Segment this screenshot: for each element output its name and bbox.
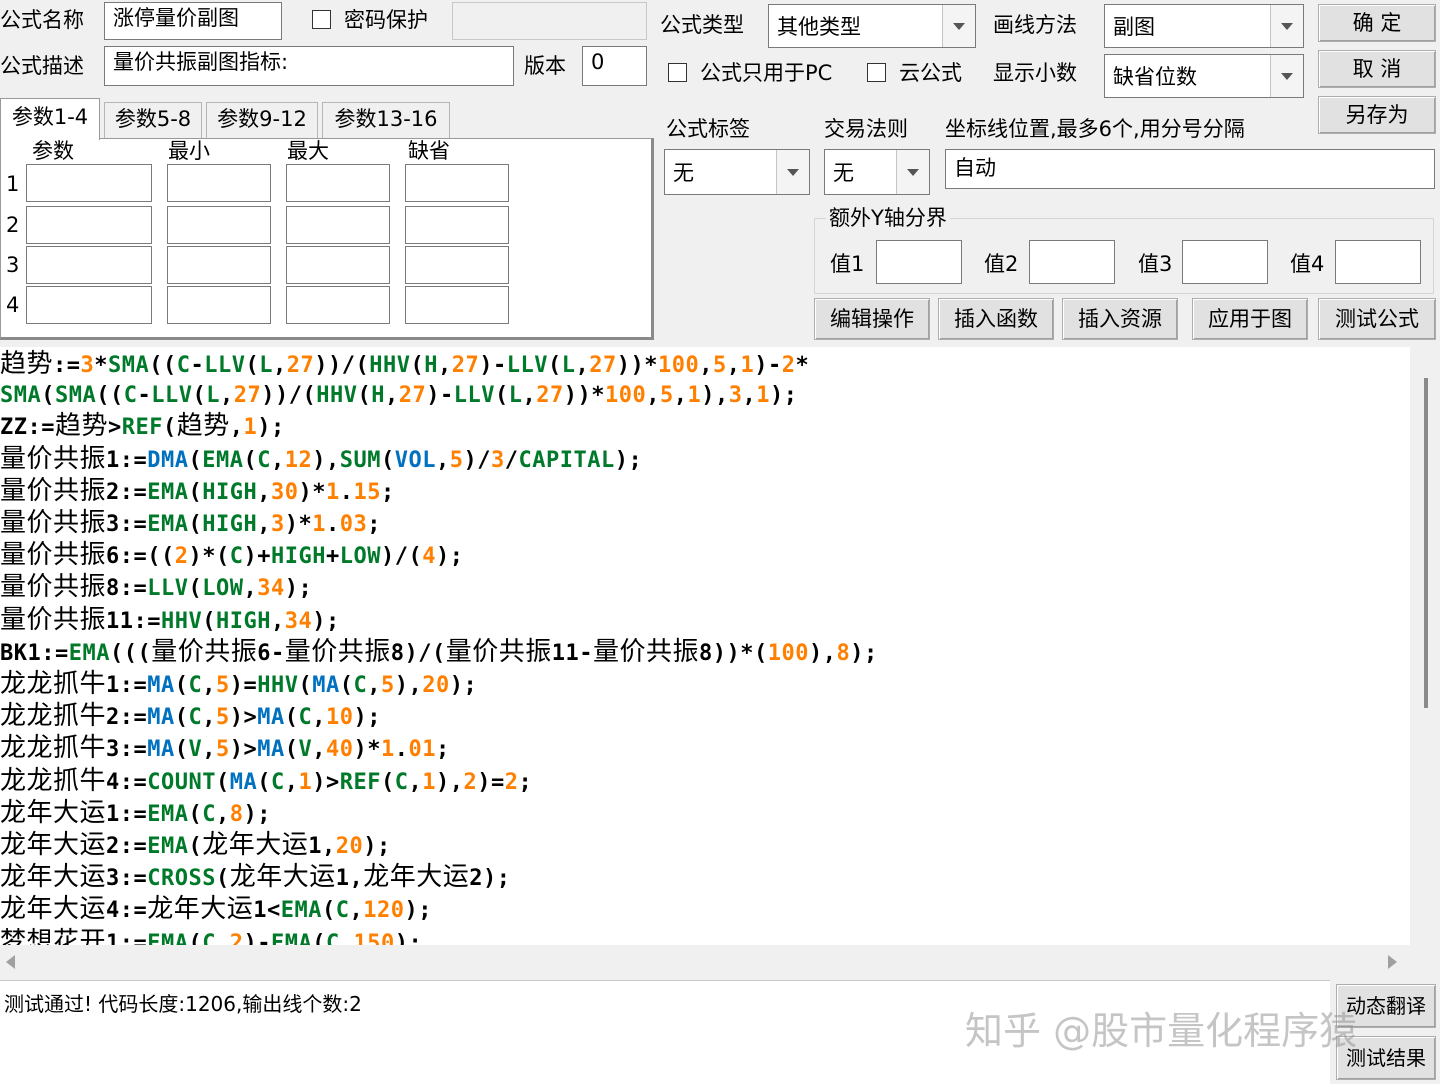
param-3-default[interactable]	[405, 246, 509, 284]
param-2-max[interactable]	[286, 206, 390, 244]
test-formula-button[interactable]: 测试公式	[1318, 298, 1436, 340]
formula-type-value: 其他类型	[777, 15, 861, 39]
decimal-label: 显示小数	[993, 61, 1077, 85]
yaxis-group-title: 额外Y轴分界	[826, 205, 950, 231]
trade-rule-value: 无	[833, 161, 854, 185]
save-as-button[interactable]: 另存为	[1318, 96, 1436, 134]
param-1-min[interactable]	[167, 164, 271, 202]
tab-params-5-8[interactable]: 参数5-8	[104, 102, 202, 138]
tab-params-9-12[interactable]: 参数9-12	[206, 102, 318, 138]
yaxis-v2-label: 值2	[984, 252, 1019, 276]
code-text: 趋势:=3*SMA((C-LLV(L,27))/(HHV(H,27)-LLV(L…	[0, 349, 878, 945]
formula-tag-value: 无	[673, 161, 694, 185]
yaxis-v1-label: 值1	[830, 252, 865, 276]
draw-method-value: 副图	[1113, 15, 1155, 39]
password-checkbox[interactable]	[312, 10, 331, 29]
param-2-name[interactable]	[26, 206, 152, 244]
param-4-name[interactable]	[26, 286, 152, 324]
param-1-default[interactable]	[405, 164, 509, 202]
formula-name-input[interactable]: 涨停量价副图	[104, 2, 282, 40]
yaxis-v4-label: 值4	[1290, 252, 1325, 276]
draw-method-label: 画线方法	[993, 13, 1077, 37]
scroll-right-icon[interactable]	[1388, 955, 1397, 969]
formula-desc-label: 公式描述	[0, 54, 84, 78]
ok-button[interactable]: 确 定	[1318, 4, 1436, 42]
apply-to-chart-button[interactable]: 应用于图	[1192, 298, 1308, 340]
axis-position-input[interactable]: 自动	[945, 149, 1435, 189]
version-input[interactable]: 0	[582, 46, 647, 86]
param-1-name[interactable]	[26, 164, 152, 202]
watermark-text: 知乎 @股市量化程序猿	[965, 1009, 1358, 1053]
param-2-min[interactable]	[167, 206, 271, 244]
chevron-down-icon	[776, 150, 809, 194]
param-header-max: 最大	[287, 139, 329, 163]
vertical-scrollbar-thumb[interactable]	[1424, 378, 1428, 708]
chevron-down-icon	[942, 5, 975, 47]
decimal-select[interactable]: 缺省位数	[1104, 54, 1304, 98]
yaxis-v3-input[interactable]	[1182, 240, 1268, 284]
param-4-min[interactable]	[167, 286, 271, 324]
cloud-label: 云公式	[899, 61, 962, 85]
scroll-left-icon[interactable]	[6, 955, 15, 969]
version-label: 版本	[524, 54, 566, 78]
param-4-default[interactable]	[405, 286, 509, 324]
insert-function-button[interactable]: 插入函数	[938, 298, 1054, 340]
formula-desc-input[interactable]: 量价共振副图指标:	[104, 46, 514, 86]
yaxis-v4-input[interactable]	[1335, 240, 1421, 284]
horizontal-scrollbar[interactable]	[0, 945, 1410, 979]
axis-position-label: 坐标线位置,最多6个,用分号分隔	[945, 117, 1245, 141]
formula-tag-select[interactable]: 无	[664, 149, 810, 195]
yaxis-v2-input[interactable]	[1029, 240, 1115, 284]
yaxis-v1-input[interactable]	[876, 240, 962, 284]
param-2-default[interactable]	[405, 206, 509, 244]
formula-type-label: 公式类型	[660, 13, 744, 37]
cloud-checkbox[interactable]	[867, 63, 886, 82]
yaxis-v3-label: 值3	[1138, 252, 1173, 276]
tab-params-13-16[interactable]: 参数13-16	[322, 102, 450, 138]
draw-method-select[interactable]: 副图	[1104, 4, 1304, 48]
decimal-value: 缺省位数	[1113, 65, 1197, 89]
param-header-name: 参数	[32, 139, 74, 163]
code-editor[interactable]: 趋势:=3*SMA((C-LLV(L,27))/(HHV(H,27)-LLV(L…	[0, 347, 1410, 945]
status-text: 测试通过! 代码长度:1206,输出线个数:2	[4, 992, 362, 1016]
param-row-number: 3	[6, 253, 20, 277]
param-3-max[interactable]	[286, 246, 390, 284]
edit-operations-button[interactable]: 编辑操作	[814, 298, 930, 340]
param-3-min[interactable]	[167, 246, 271, 284]
param-1-max[interactable]	[286, 164, 390, 202]
param-row-number: 2	[6, 213, 20, 237]
insert-resource-button[interactable]: 插入资源	[1062, 298, 1178, 340]
trade-rule-select[interactable]: 无	[824, 149, 930, 195]
param-header-default: 缺省	[408, 139, 450, 163]
password-input[interactable]	[452, 2, 647, 40]
chevron-down-icon	[896, 150, 929, 194]
trade-rule-label: 交易法则	[824, 117, 908, 141]
password-label: 密码保护	[344, 8, 428, 32]
param-row-number: 4	[6, 293, 20, 317]
formula-type-select[interactable]: 其他类型	[768, 4, 976, 48]
pc-only-label: 公式只用于PC	[700, 61, 833, 85]
chevron-down-icon	[1270, 5, 1303, 47]
param-4-max[interactable]	[286, 286, 390, 324]
param-3-name[interactable]	[26, 246, 152, 284]
formula-name-label: 公式名称	[0, 8, 84, 32]
param-row-number: 1	[6, 172, 20, 196]
formula-tag-label: 公式标签	[666, 117, 750, 141]
param-header-min: 最小	[168, 139, 210, 163]
pc-only-checkbox[interactable]	[668, 63, 687, 82]
chevron-down-icon	[1270, 55, 1303, 97]
cancel-button[interactable]: 取 消	[1318, 50, 1436, 88]
tab-params-1-4[interactable]: 参数1-4	[0, 98, 100, 140]
